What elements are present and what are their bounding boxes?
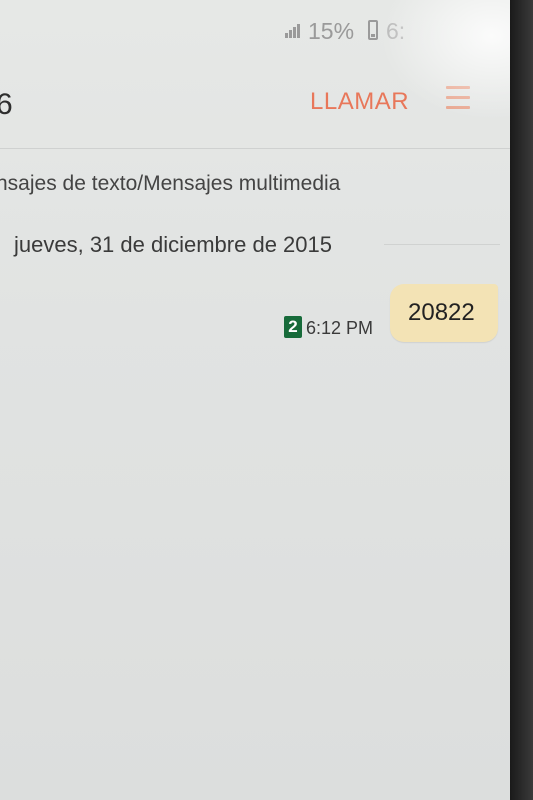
menu-icon[interactable] bbox=[446, 86, 470, 114]
signal-icon bbox=[285, 24, 300, 38]
contact-name[interactable]: 6 bbox=[0, 88, 13, 122]
date-separator: jueves, 31 de diciembre de 2015 bbox=[14, 232, 332, 257]
status-clock: 6: bbox=[386, 18, 406, 44]
sim-icon: 2 bbox=[284, 316, 302, 338]
outgoing-message-bubble[interactable]: 20822 bbox=[390, 284, 498, 342]
message-text: 20822 bbox=[408, 299, 475, 326]
call-button[interactable]: LLAMAR bbox=[310, 88, 409, 116]
divider bbox=[384, 244, 500, 245]
message-time: 6:12 PM bbox=[306, 318, 374, 338]
conversation-header: 6 LLAMAR bbox=[0, 70, 510, 149]
phone-bezel bbox=[510, 0, 533, 800]
status-bar: 15% 6: bbox=[0, 0, 510, 52]
message-type-label: nsajes de texto/Mensajes multimedia bbox=[0, 172, 341, 195]
battery-icon bbox=[368, 20, 378, 40]
phone-screen: 15% 6: 6 LLAMAR nsajes de texto/Mensajes… bbox=[0, 0, 510, 800]
battery-percent: 15% bbox=[308, 18, 355, 44]
